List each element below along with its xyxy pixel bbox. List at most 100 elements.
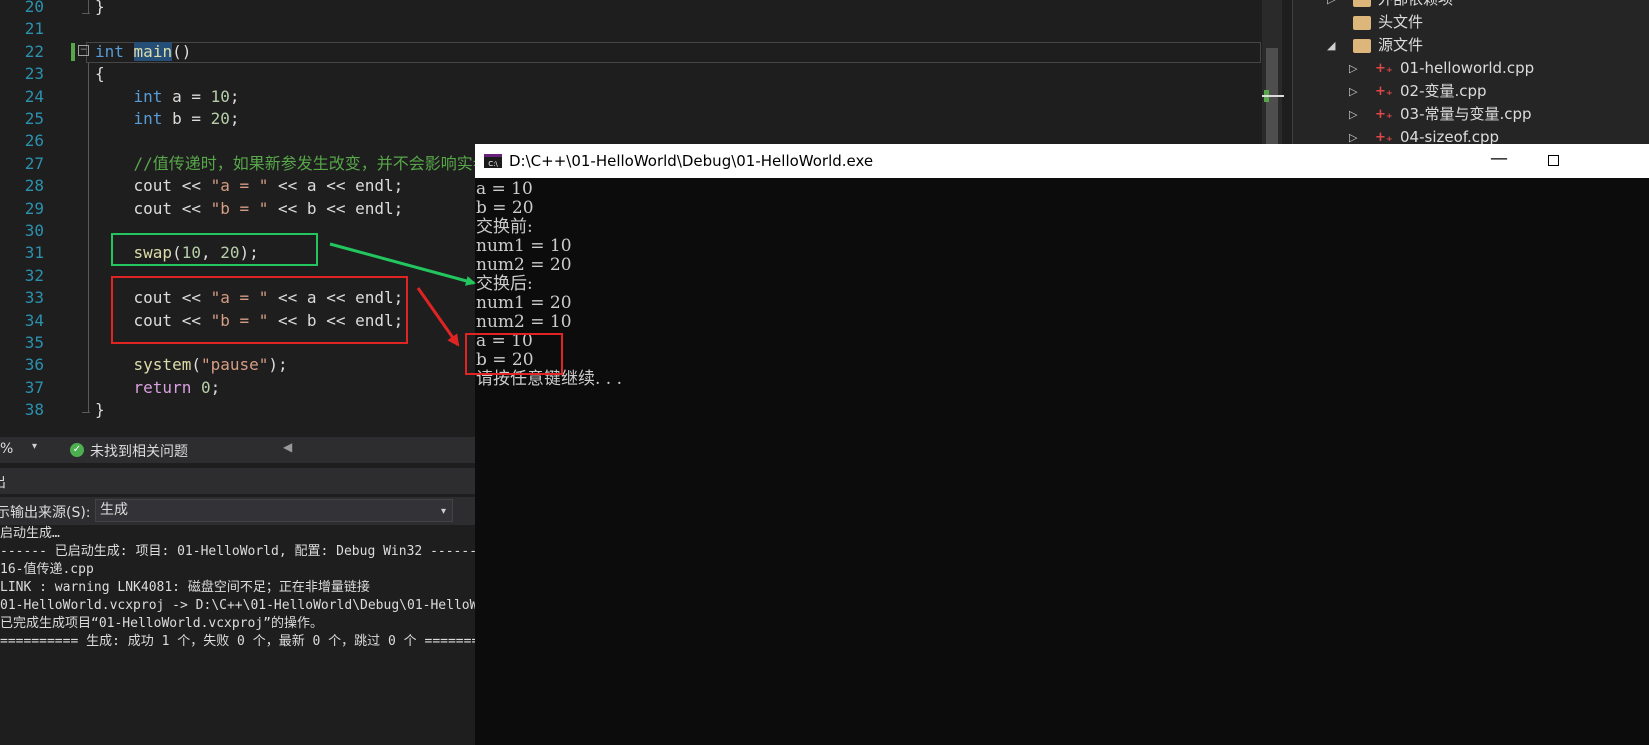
code-token: << a << endl; [268,176,404,196]
output-log[interactable]: 启动生成… ------ 已启动生成: 项目: 01-HelloWorld, 配置… [0,525,480,745]
code-text: return 0; [95,376,221,399]
solution-tree-label: 02-变量.cpp [1400,82,1487,100]
code-line[interactable]: 22 int main() [0,40,1260,63]
collapsed-icon[interactable]: ▷ [1349,80,1357,103]
code-text: int a = 10; [95,85,240,108]
line-number: 36 [24,355,44,375]
line-number: 37 [24,377,44,397]
code-token: b = [162,109,211,128]
chevron-down-icon: ▾ [440,506,446,517]
expanded-icon[interactable]: ◢ [1327,34,1335,57]
console-line: num2 = 20 [476,255,572,275]
output-line: 01-HelloWorld.vcxproj -> D:\C++\01-Hello… [0,598,480,613]
check-circle-icon: ✓ [70,443,84,457]
output-toolbar: 示输出来源(S): 生成 ▾ [0,497,480,525]
code-token: ; [210,377,221,397]
code-token: cout << [95,198,211,218]
console-window[interactable]: C:\ D:\C++\01-HelloWorld\Debug\01-HelloW… [475,144,1649,745]
zoom-level[interactable]: % [0,441,13,457]
code-line[interactable]: 25 int b = 20; [0,107,1260,130]
minimize-icon[interactable]: — [1490,148,1508,169]
code-token: 0 [200,377,211,397]
code-token: int [95,41,124,61]
code-line[interactable]: 21 [0,17,1260,40]
line-number: 23 [24,64,44,84]
folder-icon [1353,0,1371,7]
code-token: 10 [210,86,230,106]
code-token: int [133,86,163,106]
code-token: 20 [210,109,230,128]
code-token: main [133,41,173,61]
code-line[interactable]: 20} [0,0,1260,18]
folder-icon [1353,16,1371,30]
collapsed-icon[interactable]: ▷ [1349,57,1357,80]
code-token: "b = " [210,198,269,218]
line-number: 21 [24,19,44,39]
scroll-left-icon[interactable]: ◀ [283,440,292,454]
code-token: ( [191,355,201,375]
line-number: 25 [24,109,44,128]
console-line: a = 10 [476,179,533,199]
code-token: ; [229,109,240,128]
line-number: 32 [24,265,44,285]
editor-status-bar: % ▾ ✓ 未找到相关问题 ◀ [0,437,480,463]
chevron-down-icon[interactable]: ▾ [32,441,37,452]
output-line: 16-值传递.cpp [0,562,94,577]
output-panel-header: 出 [0,468,480,494]
console-title-bar[interactable]: C:\ D:\C++\01-HelloWorld\Debug\01-HelloW… [475,144,1649,178]
output-source-select[interactable]: 生成 ▾ [95,499,453,522]
output-source-label: 示输出来源(S): [0,505,91,521]
code-text: } [95,398,105,421]
line-number: 27 [24,153,44,173]
code-token: //值传递时，如果新参发生改变，并不会影响实参 [95,153,489,173]
code-text: int b = 20; [95,107,240,130]
maximize-icon[interactable] [1548,155,1559,166]
folder-icon [1353,39,1371,53]
line-number: 33 [24,288,44,308]
code-token: cout << [95,176,211,196]
line-number: 34 [24,310,44,330]
line-number: 30 [24,221,44,240]
output-source-value: 生成 [100,502,128,518]
solution-tree-label: 03-常量与变量.cpp [1400,105,1532,123]
cout-after-swap-highlight-box [111,276,408,344]
cpp-file-icon: +₊ [1375,84,1393,99]
code-token: a = [162,86,211,106]
solution-tree-label: 01-helloworld.cpp [1400,59,1535,77]
swap-call-highlight-box [111,233,318,266]
line-number: 28 [24,176,44,196]
code-text: //值传递时，如果新参发生改变，并不会影响实参 [95,152,489,175]
output-line: 启动生成… [0,526,60,541]
code-line[interactable]: 24 int a = 10; [0,85,1260,108]
output-line: ------ 已启动生成: 项目: 01-HelloWorld, 配置: Deb… [0,544,478,559]
output-line: ========== 生成: 成功 1 个，失败 0 个，最新 0 个，跳过 0… [0,634,480,649]
code-token: } [95,0,105,16]
console-line: num1 = 10 [476,236,572,256]
code-text: cout << "b = " << b << endl; [95,197,404,220]
solution-tree-label: 头文件 [1378,13,1424,31]
code-text: cout << "a = " << a << endl; [95,174,404,197]
code-token: ); [268,355,288,375]
issues-status[interactable]: 未找到相关问题 [90,441,188,461]
cpp-file-icon: +₊ [1375,107,1393,122]
code-token: () [172,41,192,61]
scrollbar-caret-marker [1262,95,1284,97]
solution-tree-label: 源文件 [1378,36,1424,54]
code-line[interactable]: 23 { [0,62,1260,85]
line-number: 29 [24,198,44,218]
solution-explorer: ▷ 外部依赖项头文件 ◢ 源文件 ▷ +₊ 01-helloworld.cpp ▷ +₊ 02-变… [1292,0,1649,150]
collapsed-icon[interactable]: ▷ [1327,0,1335,11]
code-token: return [133,377,192,397]
console-line: num1 = 20 [476,293,572,313]
output-lines: 启动生成… ------ 已启动生成: 项目: 01-HelloWorld, 配置… [0,525,480,651]
collapsed-icon[interactable]: ▷ [1349,103,1357,126]
code-token: } [95,400,105,420]
console-title: D:\C++\01-HelloWorld\Debug\01-HelloWorld… [509,152,874,170]
output-line: 已完成生成项目“01-HelloWorld.vcxproj”的操作。 [0,616,324,631]
code-text: { [95,62,105,85]
